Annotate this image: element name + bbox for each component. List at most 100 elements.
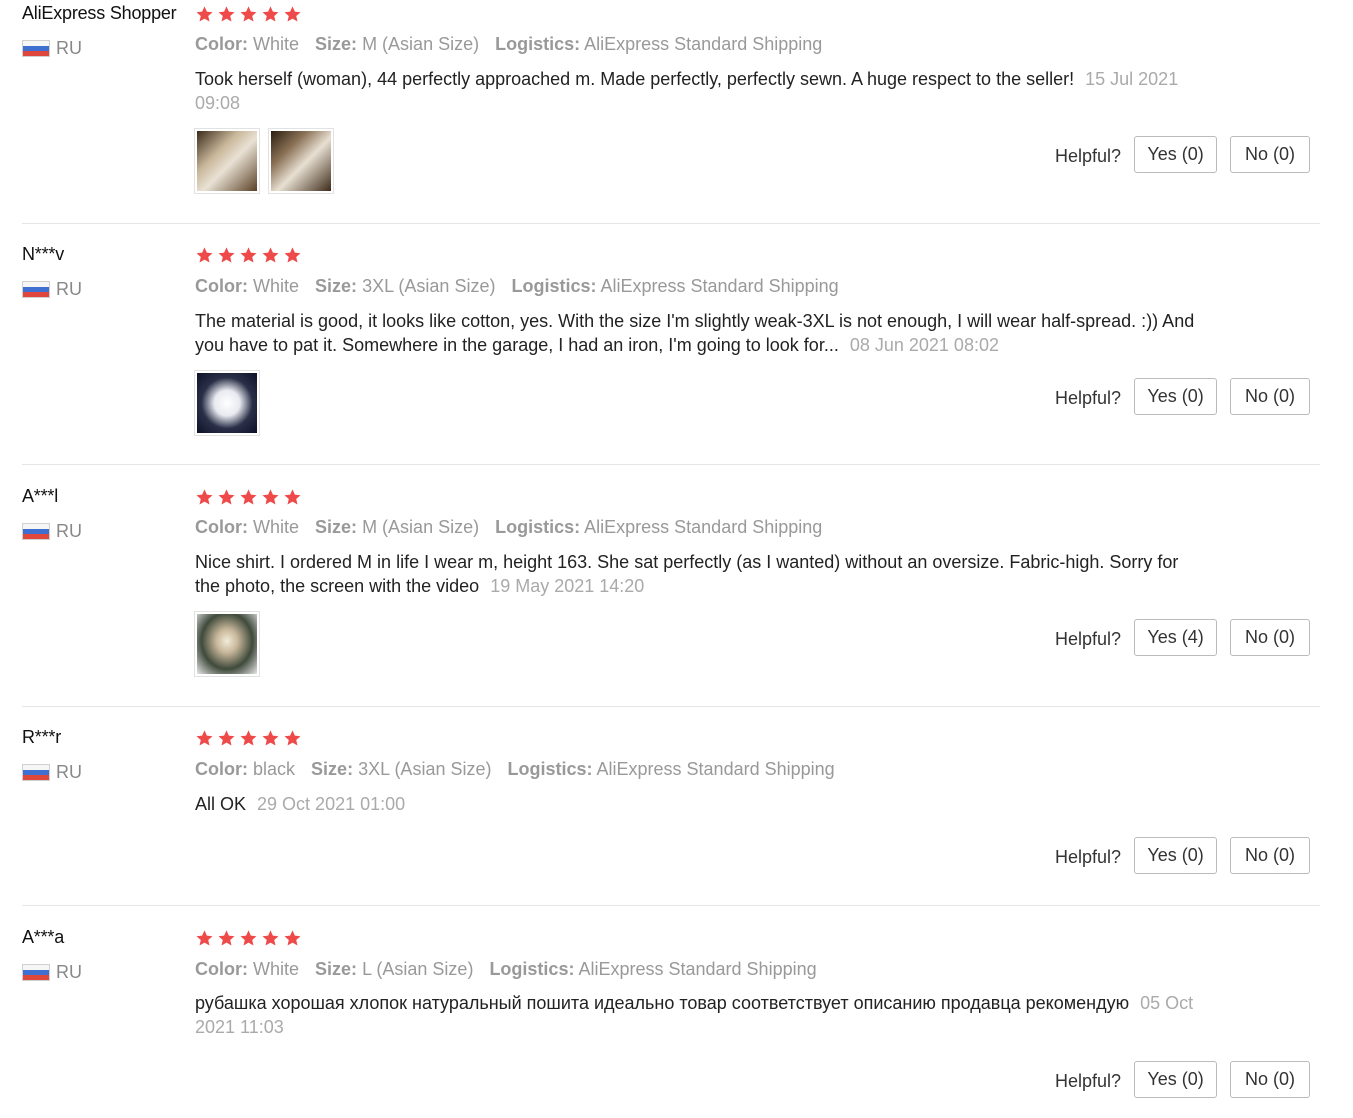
country-code: RU — [56, 279, 82, 299]
review-photo-thumbnail[interactable] — [268, 128, 334, 194]
helpful-label: Helpful? — [1055, 629, 1122, 649]
attr-color-value: White — [253, 276, 300, 296]
attr-size-value: 3XL (Asian Size) — [358, 759, 492, 779]
star-icon — [239, 488, 258, 507]
helpful-vote: Helpful? Yes (0) No (0) — [1055, 1061, 1311, 1098]
attr-logistics: Logistics: AliExpress Standard Shipping — [495, 34, 822, 54]
star-icon — [195, 5, 214, 24]
attr-color-label: Color: — [195, 34, 248, 54]
review-divider — [22, 706, 1320, 707]
review-photo-image — [197, 614, 257, 674]
helpful-label: Helpful? — [1055, 146, 1122, 166]
review-photos — [194, 370, 260, 436]
star-icon — [195, 488, 214, 507]
russia-flag-icon — [22, 40, 50, 57]
star-icon — [261, 5, 280, 24]
attr-logistics-label: Logistics: — [489, 959, 575, 979]
star-icon — [239, 5, 258, 24]
star-rating — [195, 5, 302, 24]
attr-color-label: Color: — [195, 759, 248, 779]
review-text: All OK 29 Oct 2021 01:00 — [195, 792, 1195, 816]
star-icon — [283, 246, 302, 265]
review-photo-thumbnail[interactable] — [194, 370, 260, 436]
attr-size: Size: M (Asian Size) — [315, 517, 479, 537]
attr-logistics: Logistics: AliExpress Standard Shipping — [495, 517, 822, 537]
review-photo-thumbnail[interactable] — [194, 611, 260, 677]
attr-size: Size: 3XL (Asian Size) — [311, 759, 491, 779]
helpful-no-button[interactable]: No (0) — [1230, 837, 1311, 874]
review-divider — [22, 905, 1320, 906]
star-icon — [239, 246, 258, 265]
review-text: The material is good, it looks like cott… — [195, 309, 1195, 357]
review-photo-image — [197, 131, 257, 191]
reviewer-name: AliExpress Shopper — [22, 3, 177, 23]
star-icon — [283, 488, 302, 507]
helpful-no-button[interactable]: No (0) — [1230, 619, 1311, 656]
attr-size-value: M (Asian Size) — [362, 34, 480, 54]
reviewer-country: RU — [22, 279, 82, 300]
attr-size-label: Size: — [315, 517, 358, 537]
review-divider — [22, 464, 1320, 465]
attr-logistics-label: Logistics: — [511, 276, 597, 296]
star-rating — [195, 488, 302, 507]
attr-size: Size: L (Asian Size) — [315, 959, 473, 979]
country-code: RU — [56, 38, 82, 58]
country-code: RU — [56, 762, 82, 782]
review-photos — [194, 128, 334, 194]
star-icon — [217, 5, 236, 24]
attr-logistics-value: AliExpress Standard Shipping — [578, 959, 817, 979]
star-icon — [195, 929, 214, 948]
review-body: The material is good, it looks like cott… — [195, 311, 1195, 355]
review-divider — [22, 223, 1320, 224]
reviewer-country: RU — [22, 962, 82, 983]
helpful-vote: Helpful? Yes (4) No (0) — [1055, 619, 1311, 656]
star-icon — [261, 729, 280, 748]
star-icon — [283, 729, 302, 748]
helpful-label: Helpful? — [1055, 847, 1122, 867]
review-photo-image — [197, 373, 257, 433]
helpful-yes-button[interactable]: Yes (0) — [1134, 1061, 1218, 1098]
attr-color-value: White — [253, 34, 300, 54]
attr-logistics: Logistics: AliExpress Standard Shipping — [511, 276, 838, 296]
russia-flag-icon — [22, 523, 50, 540]
star-icon — [217, 729, 236, 748]
helpful-no-button[interactable]: No (0) — [1230, 378, 1311, 415]
review-photo-thumbnail[interactable] — [194, 128, 260, 194]
sku-attributes: Color: White Size: L (Asian Size) Logistic… — [195, 959, 833, 980]
sku-attributes: Color: White Size: M (Asian Size) Logistic… — [195, 34, 838, 55]
review-text: рубашка хорошая хлопок натуральный пошит… — [195, 991, 1195, 1039]
reviewer-country: RU — [22, 521, 82, 542]
helpful-yes-button[interactable]: Yes (0) — [1134, 136, 1218, 173]
attr-size: Size: M (Asian Size) — [315, 34, 479, 54]
attr-logistics-label: Logistics: — [507, 759, 593, 779]
helpful-yes-button[interactable]: Yes (4) — [1134, 619, 1218, 656]
country-code: RU — [56, 521, 82, 541]
star-icon — [195, 246, 214, 265]
review-photo-image — [271, 131, 331, 191]
reviewer-name: R***r — [22, 727, 62, 747]
review-body: рубашка хорошая хлопок натуральный пошит… — [195, 993, 1130, 1013]
star-icon — [283, 929, 302, 948]
helpful-no-button[interactable]: No (0) — [1230, 1061, 1311, 1098]
helpful-label: Helpful? — [1055, 388, 1122, 408]
helpful-yes-button[interactable]: Yes (0) — [1134, 837, 1218, 874]
attr-size: Size: 3XL (Asian Size) — [315, 276, 495, 296]
attr-logistics-label: Logistics: — [495, 34, 581, 54]
reviewer-name: N***v — [22, 244, 65, 264]
review-date: 29 Oct 2021 01:00 — [257, 794, 406, 814]
helpful-yes-button[interactable]: Yes (0) — [1134, 378, 1218, 415]
helpful-no-button[interactable]: No (0) — [1230, 136, 1311, 173]
attr-logistics-value: AliExpress Standard Shipping — [584, 517, 823, 537]
review-date: 08 Jun 2021 08:02 — [849, 335, 999, 355]
review-text: Took herself (woman), 44 perfectly appro… — [195, 67, 1195, 115]
reviewer-name: A***a — [22, 927, 65, 947]
attr-color: Color: White — [195, 517, 299, 537]
attr-logistics-value: AliExpress Standard Shipping — [584, 34, 823, 54]
attr-color-label: Color: — [195, 276, 248, 296]
attr-color-value: black — [253, 759, 296, 779]
attr-size-value: L (Asian Size) — [362, 959, 474, 979]
star-icon — [283, 5, 302, 24]
attr-logistics: Logistics: AliExpress Standard Shipping — [489, 959, 816, 979]
reviewer-country: RU — [22, 38, 82, 59]
helpful-label: Helpful? — [1055, 1071, 1122, 1091]
